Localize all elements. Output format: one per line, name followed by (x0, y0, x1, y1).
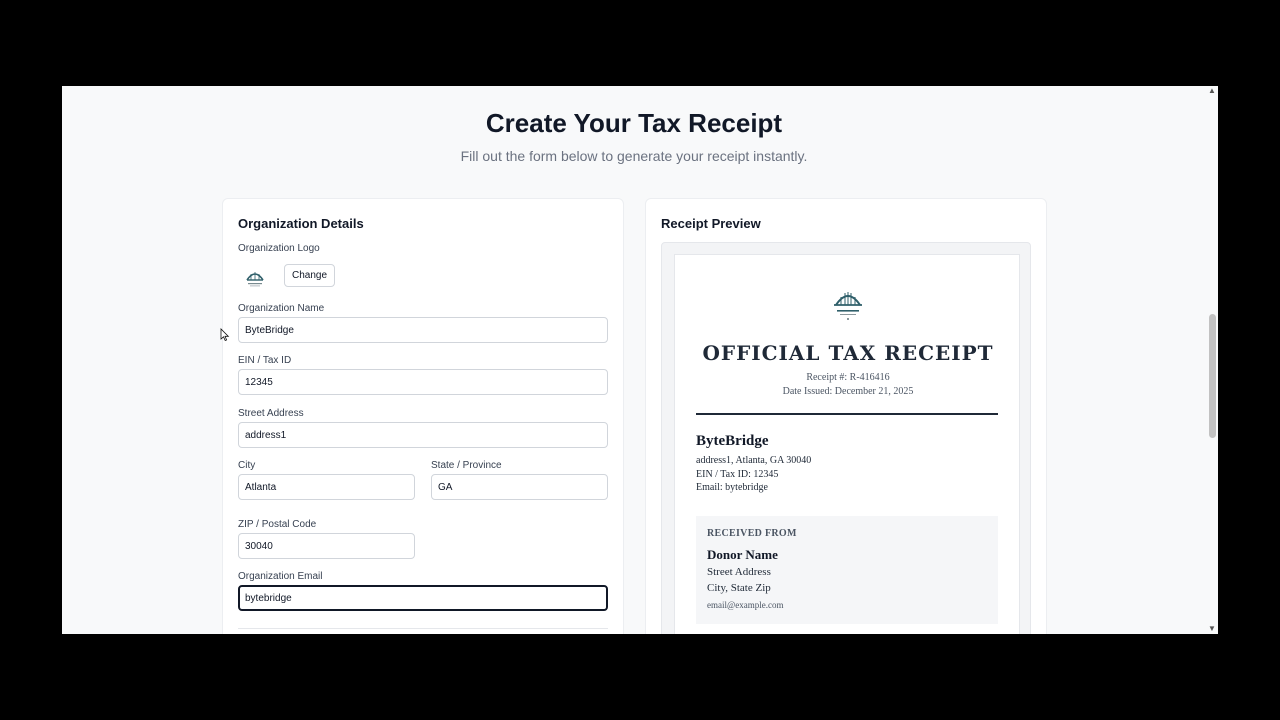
receipt-divider (696, 413, 998, 415)
organization-details-title: Organization Details (238, 216, 364, 231)
street-address-label: Street Address (238, 408, 304, 419)
page-subtitle: Fill out the form below to generate your… (460, 148, 808, 164)
donor-city: City, State Zip (707, 582, 771, 594)
triangle-down-icon[interactable]: ▼ (1207, 624, 1217, 634)
donor-name: Donor Name (707, 547, 778, 562)
receipt-date-issued: Date Issued: December 21, 2025 (782, 386, 914, 397)
browser-viewport: Create Your Tax Receipt Fill out the for… (62, 86, 1218, 634)
organization-logo-icon (246, 272, 264, 287)
receipt-org-email: Email: bytebridge (696, 482, 768, 493)
received-from-box: RECEIVED FROM Donor Name Street Address … (696, 516, 998, 624)
organization-name-label: Organization Name (238, 303, 325, 314)
donor-street: Street Address (707, 566, 771, 578)
scrollbar-thumb[interactable] (1209, 314, 1216, 438)
state-input[interactable] (431, 474, 608, 500)
city-label: City (238, 460, 256, 471)
state-label: State / Province (431, 460, 502, 471)
receipt-org-name: ByteBridge (696, 433, 769, 449)
received-from-heading: RECEIVED FROM (707, 528, 797, 539)
receipt-preview-frame: OFFICIAL TAX RECEIPT Receipt #: R-416416… (661, 242, 1031, 634)
street-address-input[interactable] (238, 422, 608, 448)
donor-email: email@example.com (707, 600, 784, 610)
change-logo-button[interactable]: Change (284, 264, 335, 287)
receipt-org-ein: EIN / Tax ID: 12345 (696, 469, 779, 480)
receipt-org-address: address1, Atlanta, GA 30040 (696, 455, 812, 466)
page-title: Create Your Tax Receipt (485, 108, 783, 138)
ein-input[interactable] (238, 369, 608, 395)
receipt-logo-icon (834, 292, 862, 320)
organization-name-input[interactable] (238, 317, 608, 343)
zip-label: ZIP / Postal Code (238, 519, 317, 530)
organization-logo-label: Organization Logo (238, 243, 320, 254)
organization-details-card: Organization Details Organization Logo C… (222, 198, 624, 634)
mouse-pointer-icon (220, 328, 230, 342)
vertical-scrollbar[interactable]: ▲ ▼ (1206, 86, 1218, 634)
triangle-up-icon[interactable]: ▲ (1207, 86, 1217, 96)
ein-label: EIN / Tax ID (238, 355, 292, 366)
receipt-heading: OFFICIAL TAX RECEIPT (702, 341, 994, 365)
receipt-preview-title: Receipt Preview (661, 216, 761, 231)
organization-email-input[interactable] (238, 585, 608, 611)
receipt-document: OFFICIAL TAX RECEIPT Receipt #: R-416416… (674, 254, 1020, 634)
city-input[interactable] (238, 474, 415, 500)
receipt-preview-card: Receipt Preview OFFICIAL TAX RECEIPT Rec… (645, 198, 1047, 634)
organization-email-label: Organization Email (238, 571, 323, 582)
section-divider (238, 628, 608, 629)
receipt-number: Receipt #: R-416416 (806, 372, 890, 383)
zip-input[interactable] (238, 533, 415, 559)
